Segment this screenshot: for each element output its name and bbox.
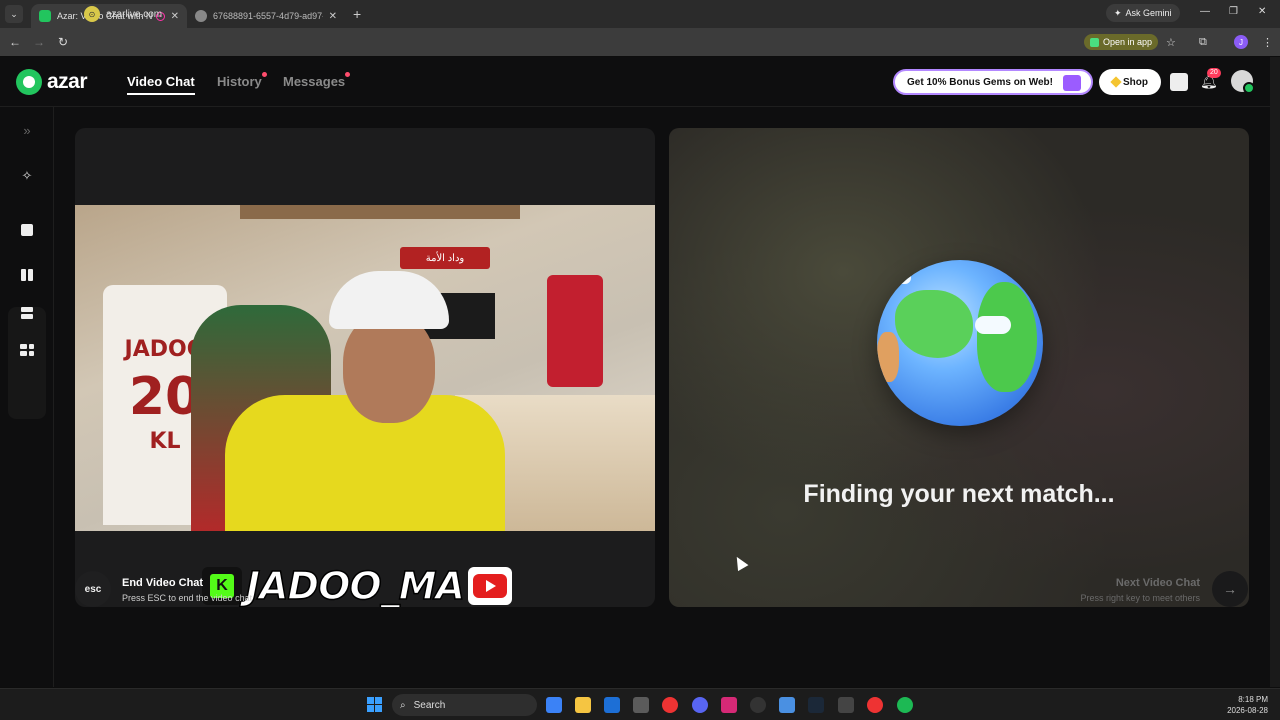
sidebar: » ✧ [0,107,54,687]
unread-dot [345,72,351,77]
streamer-name: JADOO_MA [245,563,465,607]
extensions-icon[interactable]: ⧉ [1199,36,1207,49]
wall-banner: وداد الأمة [400,247,490,269]
open-in-app-label: Open in app [1103,37,1153,47]
gift-icon [1063,75,1081,91]
layout-side-by-side-icon[interactable] [16,264,38,286]
chrome-active-icon[interactable] [867,697,883,713]
reload-icon[interactable]: ↻ [51,35,75,49]
azar-logo[interactable]: azar [16,69,88,95]
webcam-feed: JADOO 20 KL وداد الأمة [75,205,655,531]
user-avatar[interactable] [1231,70,1255,94]
spotify-icon[interactable] [897,697,913,713]
wall-shelf [240,205,520,219]
logo-text: azar [47,70,88,93]
search-icon: ⌕ [400,699,406,711]
chrome-icon[interactable] [662,697,678,713]
bookmark-star-icon[interactable]: ☆ [1166,36,1176,49]
discord-icon[interactable] [692,697,708,713]
next-chat-subtitle: Press right key to meet others [1080,593,1200,603]
layout-stacked-icon[interactable] [16,302,38,324]
profile-initial: J [1239,37,1243,47]
clock-date: 2026-08-28 [1227,706,1268,715]
bonus-gems-button[interactable]: Get 10% Bonus Gems on Web! [893,69,1093,95]
nav-history[interactable]: History [217,72,267,89]
windows-start-icon[interactable] [367,697,382,712]
gem-icon [1110,76,1122,88]
system-clock[interactable]: 8:18 PM 2026-08-28 [1222,694,1268,716]
outlook-icon[interactable] [604,697,620,713]
my-video-panel: JADOO 20 KL وداد الأمة K JADOO_MA [75,128,655,607]
clock-time: 8:18 PM [1238,695,1268,704]
steam-icon[interactable] [808,697,824,713]
end-chat-button[interactable]: esc [75,571,111,607]
globe-icon [877,260,1043,426]
app-icon[interactable] [779,697,795,713]
match-panel: Finding your next match... [669,128,1249,607]
magic-wand-icon[interactable]: ✧ [16,165,38,187]
close-window-button[interactable]: ✕ [1258,6,1266,17]
nav-messages[interactable]: Messages [283,72,351,89]
bonus-label: Get 10% Bonus Gems on Web! [907,76,1053,88]
url-field[interactable]: ⊙ azarlive.com [84,4,1084,24]
next-chat-title: Next Video Chat [1115,577,1200,589]
nav-label: History [217,74,262,89]
shop-label: Shop [1123,76,1148,88]
site-info-icon[interactable]: ⊙ [84,6,100,22]
back-icon[interactable]: ← [3,35,27,49]
nav-video-chat[interactable]: Video Chat [127,74,195,95]
shop-button[interactable]: Shop [1099,69,1161,95]
taskbar-search[interactable]: ⌕ Search [392,694,537,716]
store-icon[interactable] [1170,73,1188,91]
notification-badge: 20 [1207,68,1221,78]
restore-button[interactable]: ❐ [1229,6,1238,17]
obs-icon[interactable] [750,697,766,713]
forward-icon[interactable]: → [27,35,51,49]
azar-favicon-icon [39,10,51,22]
photos-icon[interactable] [546,697,562,713]
app-icon [1090,37,1099,47]
azar-app: azar Video Chat History Messages Get 10%… [0,57,1270,687]
white-cap [329,271,449,329]
red-vest [547,275,603,387]
file-explorer-icon[interactable] [575,697,591,713]
page-scrollbar[interactable] [1270,57,1280,687]
finding-match-text: Finding your next match... [803,480,1115,508]
url-text: azarlive.com [106,8,163,20]
azar-logo-icon [16,69,42,95]
unread-dot [261,72,267,77]
filter-icon[interactable] [16,219,38,241]
app-header: azar Video Chat History Messages Get 10%… [0,57,1270,107]
instagram-icon[interactable] [721,697,737,713]
person-head [343,313,435,423]
nav-label: Video Chat [127,74,195,89]
gemini-icon: ✦ [1114,7,1122,18]
arrow-right-icon: → [1223,581,1237,597]
capture-icon[interactable] [838,697,854,713]
search-label: Search [413,699,446,711]
youtube-icon [467,567,512,605]
ask-gemini-label: Ask Gemini [1125,8,1172,18]
store-app-icon[interactable] [633,697,649,713]
minimize-button[interactable]: — [1200,6,1210,17]
windows-taskbar: ⌕ Search 8:18 PM 2026-08-28 [0,688,1280,720]
layout-grid-icon[interactable] [16,339,38,361]
browser-profile-avatar[interactable]: J [1234,35,1248,49]
browser-menu-icon[interactable]: ⋮ [1262,36,1273,49]
next-chat-button[interactable]: → [1212,571,1248,607]
ask-gemini-button[interactable]: ✦ Ask Gemini [1106,4,1180,22]
tab-search-icon[interactable]: ⌄ [5,5,23,23]
end-chat-title: End Video Chat [122,577,204,589]
open-in-app-button[interactable]: Open in app [1084,34,1159,50]
end-chat-subtitle: Press ESC to end the video chat [122,593,253,603]
expand-sidebar-icon[interactable]: » [16,119,38,141]
nav-label: Messages [283,74,346,89]
esc-label: esc [84,583,102,595]
